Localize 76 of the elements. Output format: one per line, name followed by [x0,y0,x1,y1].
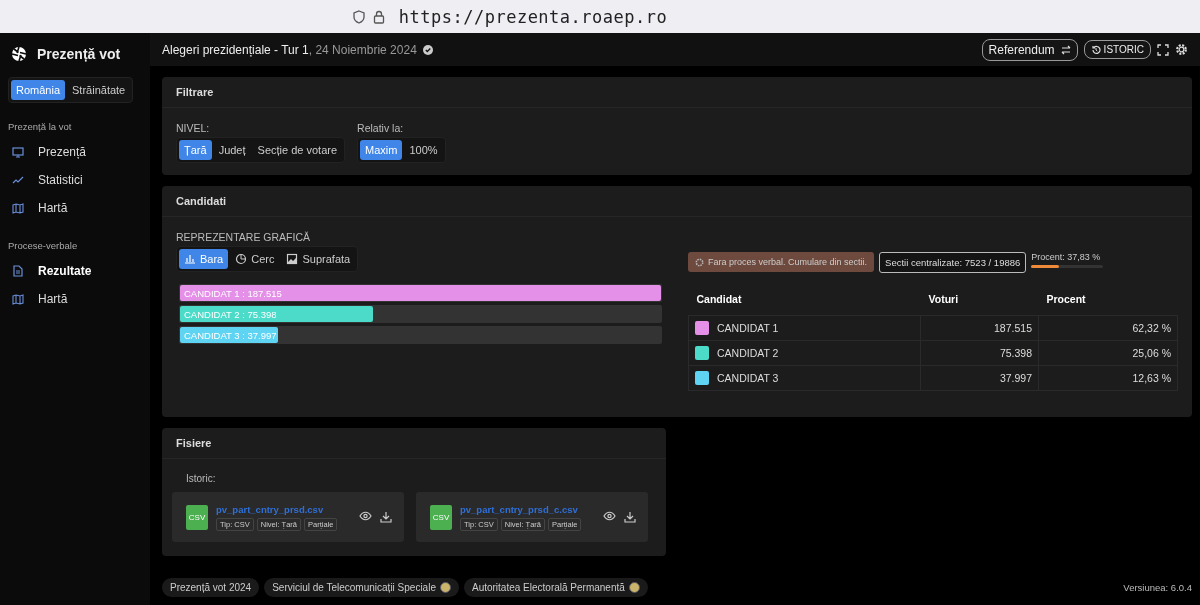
emblem-icon [439,581,451,593]
map-icon [12,202,24,214]
shield-icon [352,9,365,24]
verified-badge-icon [422,44,433,55]
emblem-icon [628,581,640,593]
column-header: Candidat [688,283,921,316]
bar-label: CANDIDAT 3 : 37.997 [184,329,277,341]
filter-option[interactable]: Maxim [360,140,403,160]
aperture-logo-icon [11,46,27,62]
election-title: Alegeri prezidențiale - Tur 1, 24 Noiembrie 2024 [162,42,417,57]
footer-link[interactable]: Autoritatea Electorală Permanentă [463,577,648,597]
table-cell: 25,06 % [1038,340,1178,366]
settings-icon[interactable] [1175,43,1188,56]
section-label: Prezență la vot [8,121,73,132]
pie-chart-icon [235,253,248,265]
download-icon[interactable] [380,511,392,523]
table-cell: CANDIDAT 3 [717,372,779,384]
address-bar[interactable]: https://prezenta.roaep.ro [0,0,1200,33]
app-title: Prezență vot [37,46,121,62]
trend-icon [12,174,24,186]
sections-count: Sectii centralizate: 7523 / 19886 [879,252,1027,273]
swap-icon [1060,44,1071,55]
bar-label: CANDIDAT 2 : 75.398 [184,308,277,320]
table-cell: CANDIDAT 2 [717,347,779,359]
section-label: Istoric: [185,473,217,484]
table-cell: 37.997 [920,365,1039,391]
nav-item[interactable]: Hartă [8,194,142,222]
document-icon [12,265,24,277]
nav-item[interactable]: Prezență [8,138,142,166]
filter-option[interactable]: 100% [404,140,443,160]
bar-label: CANDIDAT 1 : 187.515 [184,287,282,299]
history-icon [1090,44,1101,55]
download-icon[interactable] [624,511,636,523]
eye-icon[interactable] [603,511,616,521]
panel-title: Candidati [176,195,227,207]
nav-item[interactable]: Statistici [8,166,142,194]
referendum-button[interactable]: Referendum [981,38,1078,61]
scope-tab[interactable]: Străinătate [67,80,131,100]
file-type-icon: CSV [186,504,208,530]
chart-label: REPREZENTARE GRAFICĂ [176,231,311,243]
table-cell: 62,32 % [1038,315,1178,341]
table-cell: 187.515 [920,315,1039,341]
column-header: Procent [1038,283,1178,316]
chart-type-tab[interactable]: Suprafata [281,249,356,269]
footer-link[interactable]: Prezență vot 2024 [162,577,260,597]
table-cell: 75.398 [920,340,1039,366]
filter-option[interactable]: Țară [179,140,212,160]
table-cell: 12,63 % [1038,365,1178,391]
monitor-icon [12,146,24,158]
version-text: Versiunea: 6.0.4 [1123,581,1192,593]
panel-title: Fisiere [176,437,212,449]
notice-text: Fara proces verbal. Cumulare din sectii. [708,257,868,267]
scope-tab[interactable]: România [11,80,66,100]
nav-item[interactable]: Hartă [8,285,142,313]
file-type-icon: CSV [430,504,452,530]
footer-link[interactable]: Serviciul de Telecomunicații Speciale [264,577,459,597]
filter-option[interactable]: Județ [213,140,251,160]
eye-icon[interactable] [359,511,372,521]
nav-item[interactable]: Rezultate [8,257,142,285]
url-text: https://prezenta.roaep.ro [398,6,668,27]
filter-label: Relativ la: [357,122,405,134]
percent-label: Procent: 37,83 % [1031,252,1102,262]
table-cell: CANDIDAT 1 [717,322,779,334]
map-icon [12,293,24,305]
chart-type-tab[interactable]: Cerc [230,249,280,269]
chart-type-tab[interactable]: Bara [179,249,229,269]
area-chart-icon [286,253,299,265]
lock-icon [372,9,385,24]
fullscreen-icon[interactable] [1157,43,1169,56]
column-header: Voturi [920,283,1039,316]
bar-chart-icon [184,253,196,265]
history-button[interactable]: ISTORIC [1083,40,1151,59]
panel-title: Filtrare [176,86,214,98]
section-label: Procese-verbale [8,240,79,251]
filter-option[interactable]: Secție de votare [252,140,343,160]
filter-label: NIVEL: [176,122,211,134]
